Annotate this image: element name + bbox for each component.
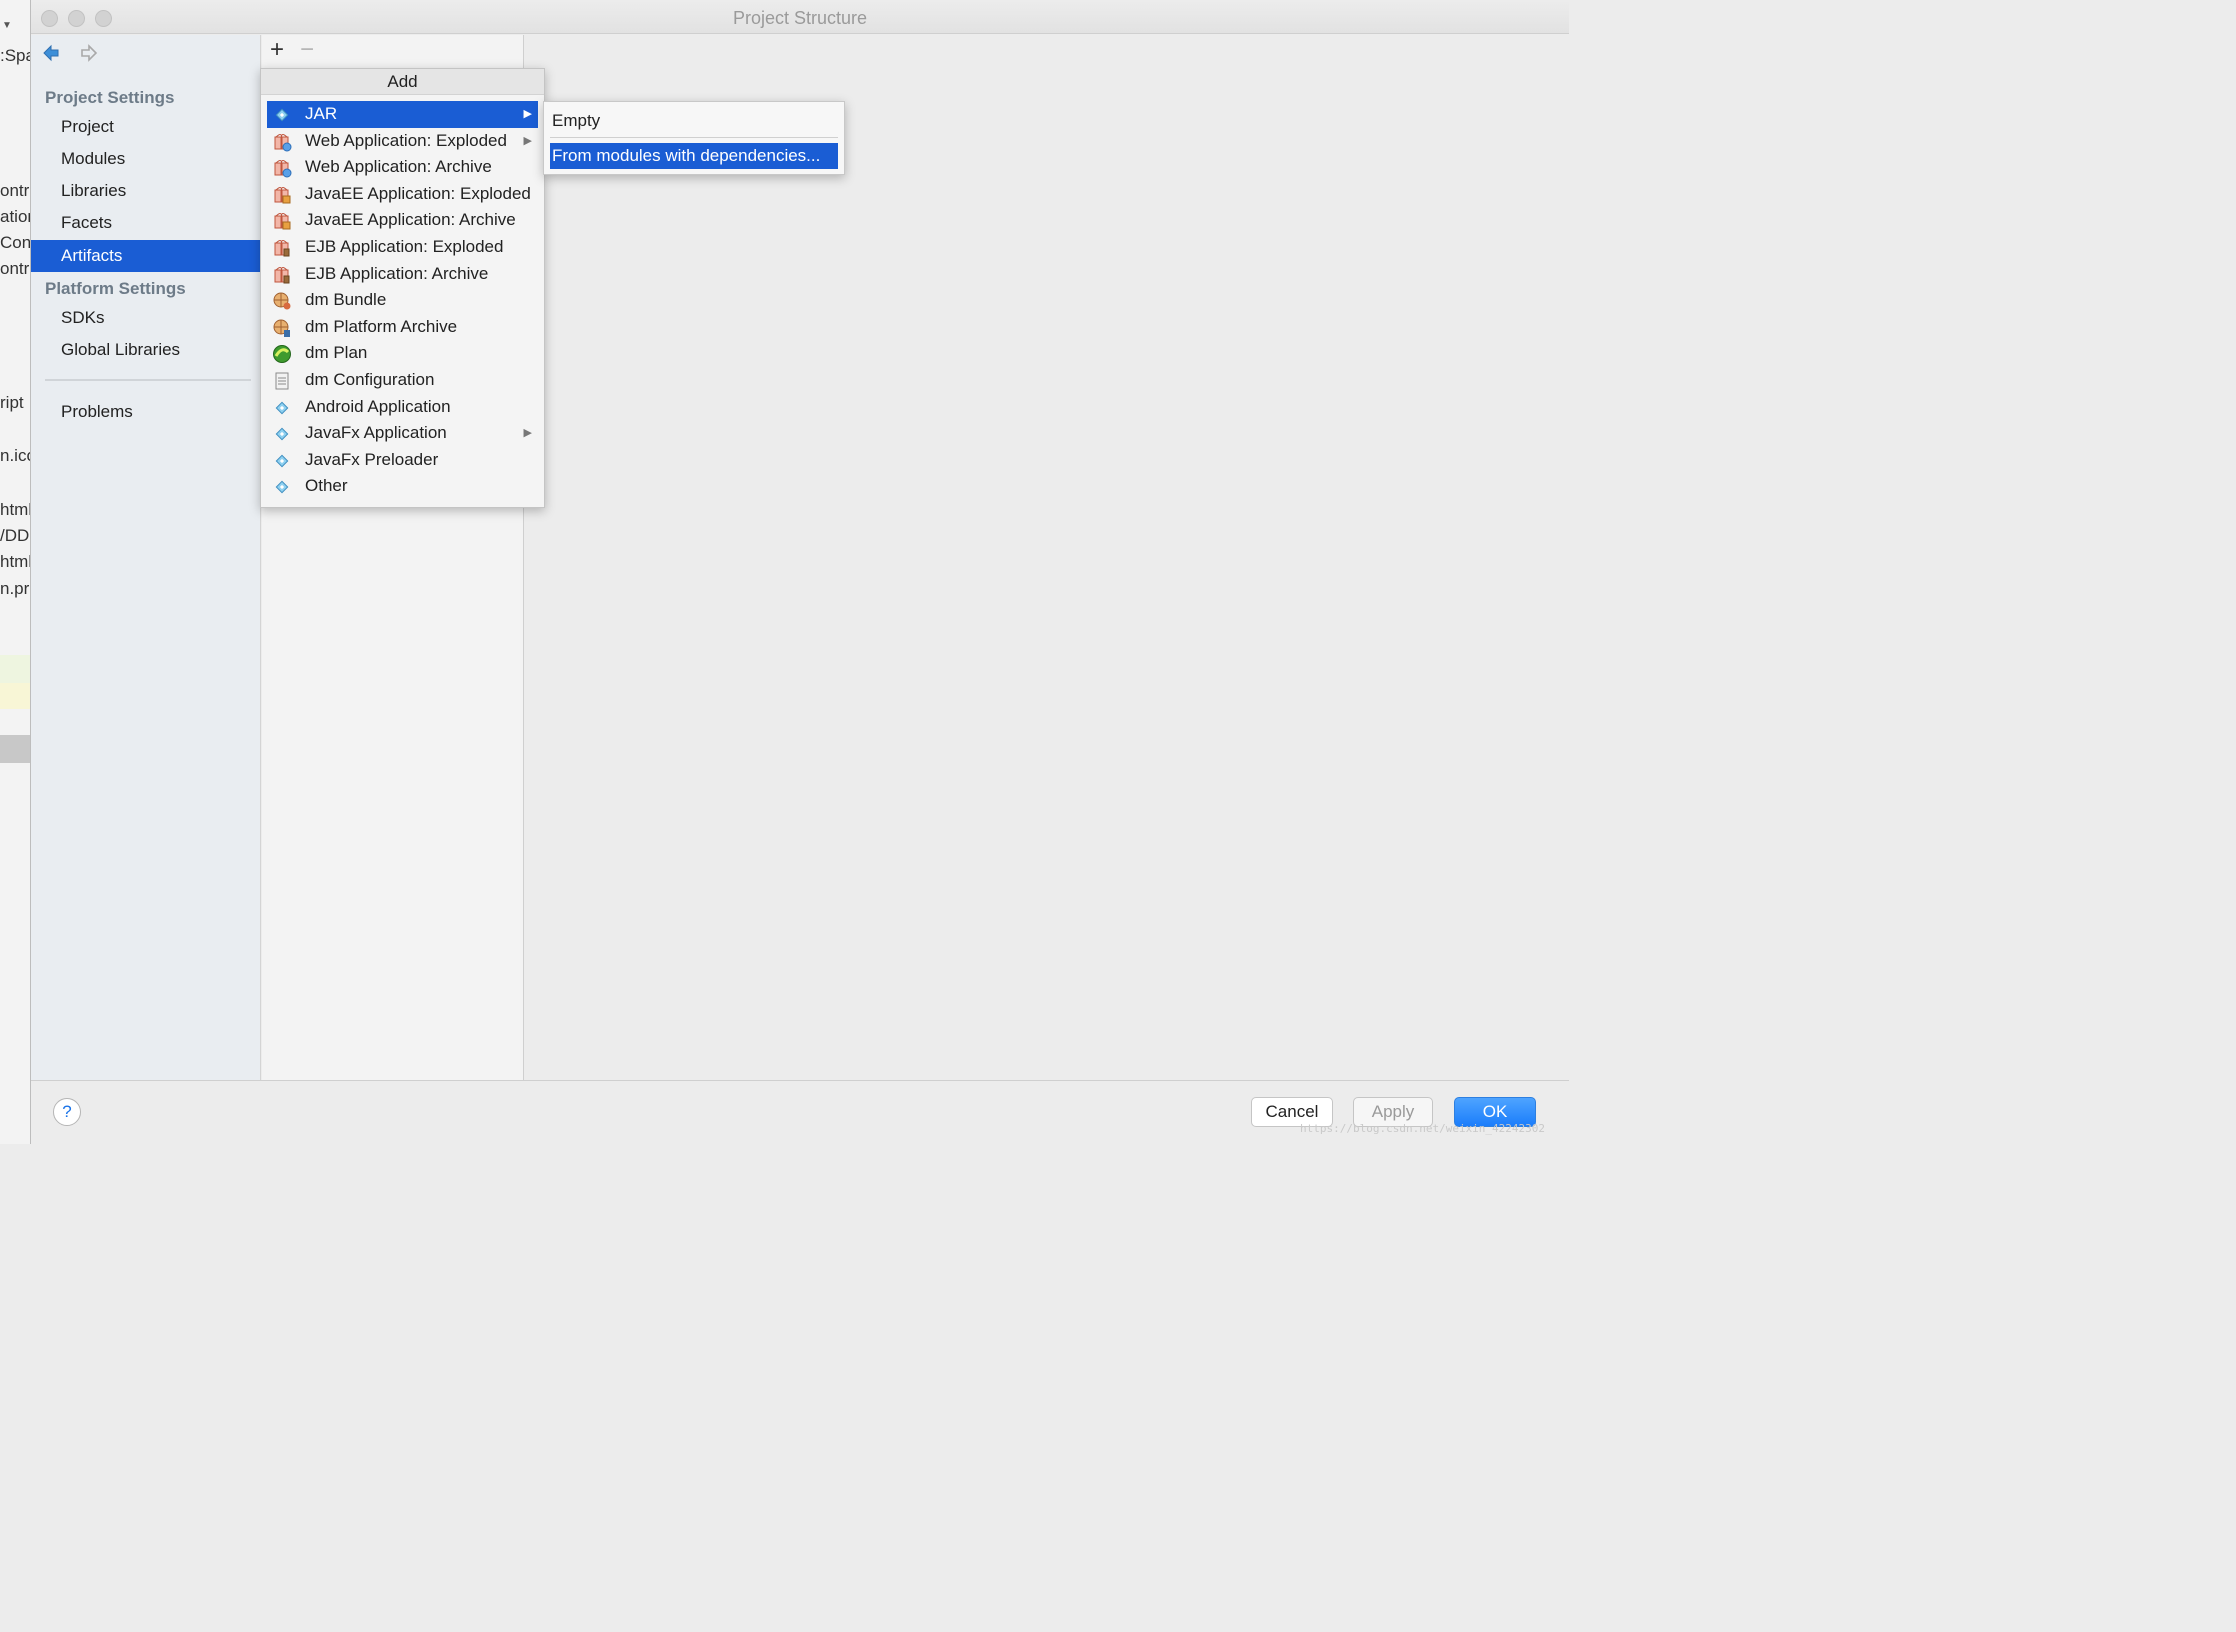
menu-item-android-application[interactable]: Android Application [267, 394, 538, 421]
menu-item-ejb-exploded[interactable]: EJB Application: Exploded [267, 234, 538, 261]
sidebar-item-global-libraries[interactable]: Global Libraries [31, 334, 261, 366]
add-artifact-button[interactable]: + [270, 38, 284, 62]
bg-text-fragment: n.ico [0, 446, 30, 465]
menu-item-other[interactable]: Other [267, 473, 538, 500]
dm-platform-archive-icon [273, 319, 290, 337]
javafx-app-icon [275, 427, 289, 441]
dm-bundle-icon [273, 292, 291, 310]
menu-item-label: dm Plan [305, 343, 368, 363]
menu-item-web-app-archive[interactable]: Web Application: Archive [267, 154, 538, 181]
menu-item-ejb-archive[interactable]: EJB Application: Archive [267, 261, 538, 288]
menu-item-label: JAR [305, 104, 338, 123]
sidebar-item-facets[interactable]: Facets [31, 207, 261, 239]
sidebar-item-modules[interactable]: Modules [31, 143, 261, 175]
menu-item-jar[interactable]: JAR ▶ [267, 101, 538, 128]
submenu-separator [550, 137, 838, 138]
ejb-archive-icon [274, 266, 290, 284]
sidebar-item-libraries[interactable]: Libraries [31, 175, 261, 207]
platform-settings-header: Platform Settings [45, 279, 186, 298]
menu-item-label: JavaEE Application: Exploded [305, 183, 531, 203]
bg-line-highlight [0, 655, 30, 683]
bg-line-highlight [0, 735, 30, 763]
sidebar-item-sdks[interactable]: SDKs [31, 302, 261, 334]
nav-arrows [41, 43, 99, 63]
title-bar: Project Structure [31, 0, 1569, 34]
menu-item-javaee-archive[interactable]: JavaEE Application: Archive [267, 207, 538, 234]
menu-item-label: Web Application: Exploded [305, 130, 507, 150]
menu-item-label: dm Configuration [305, 369, 435, 389]
bg-line-highlight [0, 683, 30, 709]
submenu-arrow-icon: ▶ [523, 134, 532, 147]
back-arrow-icon[interactable] [41, 43, 61, 63]
watermark-text: https://blog.csdn.net/weixin_42242302 [1300, 1122, 1546, 1135]
menu-item-label: JavaEE Application: Archive [305, 210, 516, 230]
sidebar-divider [45, 379, 251, 381]
sidebar-item-project[interactable]: Project [31, 111, 261, 143]
menu-item-label: EJB Application: Exploded [305, 236, 504, 256]
menu-item-label: dm Bundle [305, 290, 387, 310]
help-button[interactable]: ? [53, 1098, 81, 1126]
menu-item-dm-bundle[interactable]: dm Bundle [267, 287, 538, 314]
dm-configuration-icon [275, 372, 289, 390]
sidebar-item-problems[interactable]: Problems [31, 396, 261, 428]
sidebar-item-artifacts[interactable]: Artifacts [31, 240, 261, 272]
menu-item-javafx-application[interactable]: JavaFx Application ▶ [267, 420, 538, 447]
menu-item-label: dm Platform Archive [305, 316, 458, 336]
jar-icon [275, 108, 289, 122]
menu-item-label: EJB Application: Archive [305, 263, 489, 283]
project-settings-header: Project Settings [45, 88, 175, 107]
menu-item-label: Android Application [305, 396, 451, 416]
add-artifact-menu: Add JAR ▶ Web Application: Exploded ▶ We… [260, 68, 545, 508]
submenu-arrow-icon: ▶ [523, 108, 532, 120]
artifacts-toolbar: + − [262, 35, 524, 65]
menu-item-label: Web Application: Archive [305, 157, 492, 177]
bg-text-fragment: ontr [0, 181, 30, 200]
background-ide-window: ▼ :Spa ontr ation Cont ontr ript n.ico h… [0, 0, 30, 1144]
ejb-exploded-icon [274, 239, 290, 257]
dm-plan-icon [273, 345, 291, 364]
javaee-archive-icon [274, 213, 291, 230]
menu-item-javafx-preloader[interactable]: JavaFx Preloader [267, 447, 538, 474]
menu-item-label: Other [305, 476, 348, 496]
menu-item-dm-configuration[interactable]: dm Configuration [267, 367, 538, 394]
menu-items: JAR ▶ Web Application: Exploded ▶ Web Ap… [261, 101, 544, 500]
menu-item-dm-platform-archive[interactable]: dm Platform Archive [267, 314, 538, 341]
artifact-details-pane [525, 35, 1569, 1080]
web-app-exploded-icon [274, 133, 292, 152]
bg-text-fragment: n.pr [0, 579, 30, 598]
other-icon [275, 480, 289, 494]
bg-text-fragment: :Spa [0, 46, 30, 65]
menu-item-label: JavaFx Application [305, 423, 447, 443]
bg-text-fragment: html [0, 552, 30, 571]
dropdown-arrow-icon: ▼ [2, 20, 12, 31]
forward-arrow-icon[interactable] [79, 43, 99, 63]
bg-text-fragment: ation [0, 207, 30, 226]
web-app-archive-icon [274, 160, 292, 178]
javaee-exploded-icon [274, 186, 291, 204]
bg-text-fragment: ript [0, 393, 24, 412]
submenu-item-from-modules[interactable]: From modules with dependencies... [550, 143, 838, 169]
menu-item-label: JavaFx Preloader [305, 449, 439, 469]
bg-text-fragment: html [0, 500, 30, 519]
menu-title: Add [261, 69, 544, 95]
javafx-preloader-icon [275, 454, 289, 468]
menu-item-dm-plan[interactable]: dm Plan [267, 340, 538, 367]
bg-text-fragment: ontr [0, 259, 30, 278]
bg-text-fragment: /DD. [0, 526, 30, 545]
dialog-title: Project Structure [732, 8, 868, 28]
android-app-icon [275, 401, 289, 414]
submenu-item-empty[interactable]: Empty [550, 108, 838, 134]
bg-text-fragment: Cont [0, 233, 30, 252]
menu-item-web-app-exploded[interactable]: Web Application: Exploded ▶ [267, 128, 538, 155]
submenu-arrow-icon: ▶ [523, 427, 532, 440]
jar-submenu: Empty From modules with dependencies... [543, 101, 845, 175]
remove-artifact-button[interactable]: − [300, 38, 314, 62]
menu-item-javaee-exploded[interactable]: JavaEE Application: Exploded [267, 181, 538, 208]
settings-sidebar: Project Settings Project Modules Librari… [31, 35, 261, 1080]
